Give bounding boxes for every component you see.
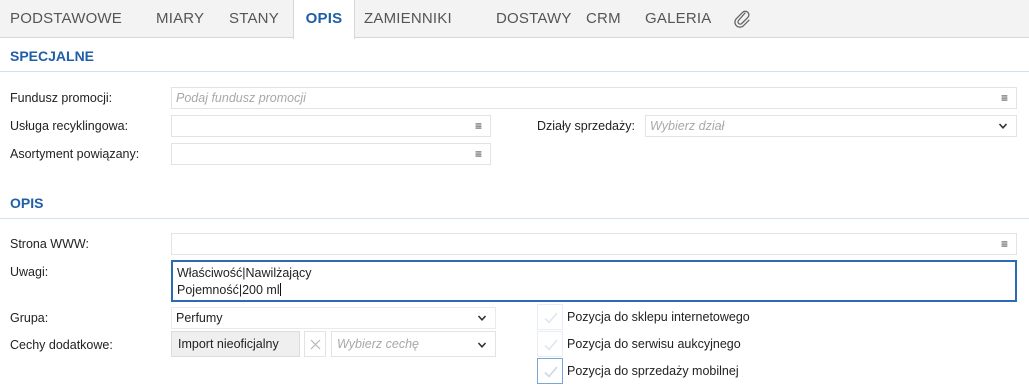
dzialy-sprzedazy-label: Działy sprzedaży: — [537, 119, 635, 133]
section-title-specjalne: SPECJALNE — [10, 48, 95, 64]
remove-cecha-button[interactable] — [304, 331, 326, 357]
uwagi-label: Uwagi: — [10, 265, 49, 279]
fundusz-promocji-label: Fundusz promocji: — [10, 91, 113, 105]
cechy-placeholder: Wybierz cechę — [337, 337, 419, 351]
fundusz-promocji-placeholder: Podaj fundusz promocji — [176, 91, 306, 105]
fundusz-promocji-field[interactable]: Podaj fundusz promocji ≡ — [171, 87, 1017, 109]
aukcje-checkbox[interactable] — [537, 331, 563, 357]
uwagi-textarea[interactable]: Właściwość|Nawilżający Pojemność|200 ml — [171, 260, 1017, 302]
dzialy-sprzedazy-placeholder: Wybierz dział — [650, 119, 725, 133]
hamburger-icon[interactable]: ≡ — [1001, 234, 1008, 254]
cechy-select[interactable]: Wybierz cechę — [331, 331, 496, 357]
usluga-recyklingowa-label: Usługa recyklingowa: — [10, 119, 129, 133]
asortyment-powiazany-field[interactable]: ≡ — [171, 143, 491, 165]
tab-miary[interactable]: MIARY — [156, 0, 204, 38]
tab-bar: PODSTAWOWE MIARY STANY OPIS ZAMIENNIKI D… — [0, 0, 1029, 39]
usluga-recyklingowa-field[interactable]: ≡ — [171, 115, 491, 137]
checkmark-icon — [544, 312, 558, 324]
checkmark-icon — [544, 339, 558, 351]
tab-dostawy[interactable]: DOSTAWY — [496, 0, 572, 38]
chevron-down-icon — [477, 342, 487, 348]
chevron-down-icon — [998, 123, 1008, 129]
sklep-checkbox-label: Pozycja do sklepu internetowego — [567, 310, 750, 324]
tab-opis[interactable]: OPIS — [293, 0, 355, 39]
uwagi-line-1: Właściwość|Nawilżający — [177, 266, 312, 280]
tab-stany[interactable]: STANY — [229, 0, 279, 38]
hamburger-icon[interactable]: ≡ — [475, 116, 482, 136]
tab-zamienniki[interactable]: ZAMIENNIKI — [364, 0, 452, 38]
cecha-chip[interactable]: Import nieoficjalny — [171, 331, 300, 357]
section-divider — [0, 218, 1029, 219]
asortyment-powiazany-label: Asortyment powiązany: — [10, 147, 140, 161]
chevron-down-icon — [477, 315, 487, 321]
section-title-opis: OPIS — [10, 195, 44, 211]
cechy-dodatkowe-label: Cechy dodatkowe: — [10, 338, 113, 352]
close-icon — [310, 339, 321, 350]
uwagi-line-2: Pojemność|200 ml — [177, 283, 281, 297]
mobilna-checkbox-label: Pozycja do sprzedaży mobilnej — [567, 364, 739, 378]
tab-galeria[interactable]: GALERIA — [645, 0, 711, 38]
sklep-checkbox[interactable] — [537, 304, 563, 330]
strona-www-label: Strona WWW: — [10, 237, 89, 251]
dzialy-sprzedazy-select[interactable]: Wybierz dział — [645, 115, 1017, 137]
hamburger-icon[interactable]: ≡ — [475, 144, 482, 164]
tab-crm[interactable]: CRM — [586, 0, 621, 38]
strona-www-field[interactable]: ≡ — [171, 233, 1017, 255]
grupa-value: Perfumy — [176, 311, 223, 325]
tab-podstawowe[interactable]: PODSTAWOWE — [10, 0, 122, 38]
paperclip-icon[interactable] — [733, 9, 751, 29]
checkmark-icon — [544, 366, 558, 378]
mobilna-checkbox[interactable] — [537, 358, 563, 384]
aukcje-checkbox-label: Pozycja do serwisu aukcyjnego — [567, 337, 741, 351]
section-divider — [0, 71, 1029, 72]
text-caret — [279, 283, 281, 296]
grupa-select[interactable]: Perfumy — [171, 307, 496, 329]
grupa-label: Grupa: — [10, 311, 49, 325]
hamburger-icon[interactable]: ≡ — [1001, 88, 1008, 108]
